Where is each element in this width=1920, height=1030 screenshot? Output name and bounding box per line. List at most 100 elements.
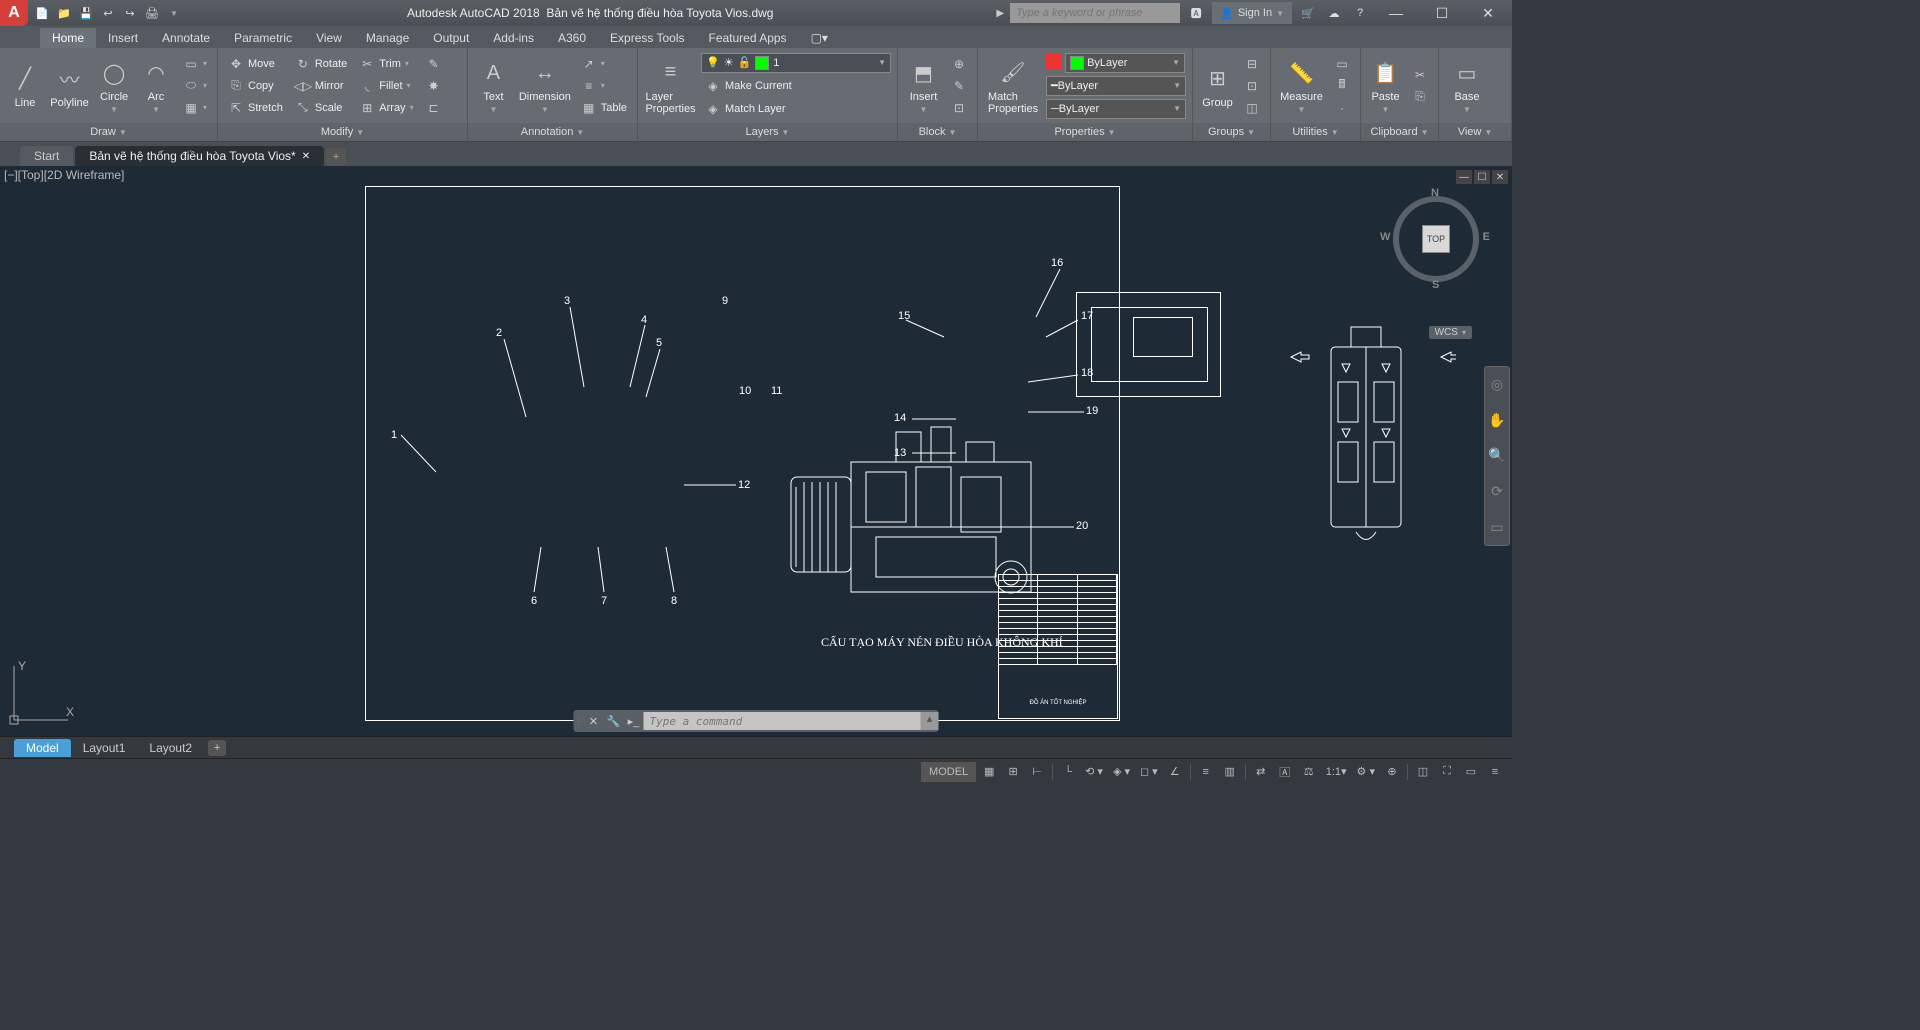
orbit-icon[interactable]: ⟳ — [1485, 474, 1509, 510]
fillet-button[interactable]: ◟Fillet▾ — [355, 76, 417, 96]
cut-button[interactable]: ✂ — [1408, 65, 1432, 85]
cleanscreen-icon[interactable]: ▭ — [1460, 762, 1482, 782]
text-button[interactable]: AText▼ — [474, 55, 513, 116]
vp-max-icon[interactable]: ☐ — [1474, 170, 1490, 184]
rotate-button[interactable]: ↻Rotate — [291, 54, 351, 74]
file-tab-active[interactable]: Bản vẽ hệ thống điều hòa Toyota Vios* ✕ — [75, 146, 324, 166]
vp-close-icon[interactable]: ✕ — [1492, 170, 1508, 184]
redo-icon[interactable]: ↪ — [120, 3, 140, 23]
current-layer-dropdown[interactable]: 💡☀🔓 1 ▼ — [701, 53, 891, 73]
hardware-icon[interactable]: ⛶ — [1436, 762, 1458, 782]
tab-view[interactable]: View — [304, 28, 354, 48]
grid-icon[interactable]: ▦ — [978, 762, 1000, 782]
circle-button[interactable]: ◯Circle▼ — [95, 55, 133, 116]
customize-icon[interactable]: ≡ — [1484, 762, 1506, 782]
open-icon[interactable]: 📁 — [54, 3, 74, 23]
layer-properties-button[interactable]: ≡Layer Properties — [644, 55, 697, 117]
ortho-icon[interactable]: └ — [1057, 762, 1079, 782]
arc-button[interactable]: ◠Arc▼ — [137, 55, 175, 116]
cmd-expand-icon[interactable]: ▴ — [921, 712, 939, 730]
compass-s[interactable]: S — [1432, 279, 1439, 291]
tab-overflow-icon[interactable]: ▢▾ — [799, 28, 840, 48]
start-tab[interactable]: Start — [20, 146, 73, 166]
viewcube-top[interactable]: TOP — [1422, 225, 1450, 253]
autodesk-icon[interactable]: 🅰 — [1186, 3, 1206, 23]
undo-icon[interactable]: ↩ — [98, 3, 118, 23]
snap-icon[interactable]: ⊞ — [1002, 762, 1024, 782]
explode-button[interactable]: ✸ — [422, 76, 446, 96]
make-current-button[interactable]: ◈Make Current — [701, 76, 891, 96]
search-chevron-icon[interactable]: ▶ — [996, 8, 1004, 19]
tab-output[interactable]: Output — [421, 28, 481, 48]
tab-featured[interactable]: Featured Apps — [697, 28, 799, 48]
measure-button[interactable]: 📏Measure▼ — [1277, 55, 1326, 116]
vp-min-icon[interactable]: — — [1456, 170, 1472, 184]
minimize-button[interactable]: — — [1376, 0, 1416, 26]
tab-parametric[interactable]: Parametric — [222, 28, 304, 48]
cmd-wrench-icon[interactable]: 🔧 — [604, 715, 624, 728]
workspace-icon[interactable]: ⚙ ▾ — [1353, 762, 1379, 782]
help-search-input[interactable] — [1010, 3, 1180, 23]
compass-e[interactable]: E — [1483, 231, 1490, 243]
zoom-icon[interactable]: 🔍 — [1485, 438, 1509, 474]
color-dropdown[interactable]: ByLayer▼ — [1065, 53, 1185, 73]
osnap-icon[interactable]: ◻ ▾ — [1136, 762, 1162, 782]
showmotion-icon[interactable]: ▭ — [1485, 509, 1509, 545]
create-block-button[interactable]: ⊕ — [947, 54, 971, 74]
close-tab-icon[interactable]: ✕ — [302, 151, 310, 162]
viewport[interactable]: [−][Top][2D Wireframe] — ☐ ✕ — [0, 166, 1512, 736]
leader-button[interactable]: ↗▾ — [577, 54, 631, 74]
quickcalc-button[interactable]: 🖩 — [1330, 76, 1354, 96]
app-logo[interactable]: A — [0, 0, 28, 26]
viewport-control[interactable]: [−][Top][2D Wireframe] — [4, 168, 124, 182]
status-model[interactable]: MODEL — [921, 762, 976, 782]
tab-express[interactable]: Express Tools — [598, 28, 696, 48]
move-button[interactable]: ✥Move — [224, 54, 287, 74]
group-button[interactable]: ⊞Group — [1199, 61, 1236, 111]
line-button[interactable]: ╱Line — [6, 61, 44, 111]
layout-2[interactable]: Layout2 — [137, 739, 204, 757]
match-properties-button[interactable]: 🖌Match Properties — [984, 55, 1042, 117]
ungroup-button[interactable]: ⊟ — [1240, 54, 1264, 74]
linetype-dropdown[interactable]: ─ ByLayer▼ — [1046, 99, 1186, 119]
tab-addins[interactable]: Add-ins — [481, 28, 546, 48]
annomonitor-icon[interactable]: ⊕ — [1381, 762, 1403, 782]
tab-home[interactable]: Home — [40, 28, 96, 48]
help-icon[interactable]: ? — [1350, 3, 1370, 23]
add-tab-button[interactable]: + — [326, 148, 346, 166]
copy-button[interactable]: ⎘Copy — [224, 76, 287, 96]
compass-n[interactable]: N — [1431, 187, 1439, 199]
compass-w[interactable]: W — [1380, 231, 1390, 243]
paste-button[interactable]: 📋Paste▼ — [1367, 55, 1404, 116]
edit-block-button[interactable]: ✎ — [947, 76, 971, 96]
polar-icon[interactable]: ⟲ ▾ — [1081, 762, 1107, 782]
wcs-badge[interactable]: WCS▾ — [1429, 326, 1472, 339]
close-button[interactable]: ✕ — [1468, 0, 1508, 26]
hatch-button[interactable]: ▦▾ — [179, 98, 211, 118]
stretch-button[interactable]: ⇱Stretch — [224, 98, 287, 118]
signin-button[interactable]: 👤 Sign In ▼ — [1212, 2, 1292, 24]
cycling-icon[interactable]: ⇄ — [1250, 762, 1272, 782]
layout-1[interactable]: Layout1 — [71, 739, 138, 757]
lineweight-dropdown[interactable]: ━ ByLayer▼ — [1046, 76, 1186, 96]
tab-manage[interactable]: Manage — [354, 28, 421, 48]
view-cube[interactable]: TOP N S E W — [1388, 191, 1484, 287]
scale-dropdown[interactable]: 1:1 ▾ — [1322, 762, 1351, 782]
point-button[interactable]: · — [1330, 98, 1354, 118]
print-icon[interactable]: 🖨 — [142, 3, 162, 23]
pan-icon[interactable]: ✋ — [1485, 403, 1509, 439]
mtext-button[interactable]: ≡▾ — [577, 76, 631, 96]
cmd-grip-icon[interactable]: ⋮ — [574, 716, 584, 727]
save-icon[interactable]: 💾 — [76, 3, 96, 23]
add-layout-button[interactable]: + — [208, 740, 226, 756]
copyclip-button[interactable]: ⎘ — [1408, 87, 1432, 107]
insert-button[interactable]: ⬒Insert▼ — [904, 55, 943, 116]
tab-annotate[interactable]: Annotate — [150, 28, 222, 48]
exchange-icon[interactable]: 🛒 — [1298, 3, 1318, 23]
polyline-button[interactable]: 〰Polyline — [48, 61, 91, 111]
dimension-button[interactable]: ↔Dimension▼ — [517, 55, 573, 116]
rect-button[interactable]: ▭▾ — [179, 54, 211, 74]
lineweight-icon[interactable]: ≡ — [1195, 762, 1217, 782]
ellipse-button[interactable]: ⬭▾ — [179, 76, 211, 96]
annoscale-icon[interactable]: 🄰 — [1274, 762, 1296, 782]
